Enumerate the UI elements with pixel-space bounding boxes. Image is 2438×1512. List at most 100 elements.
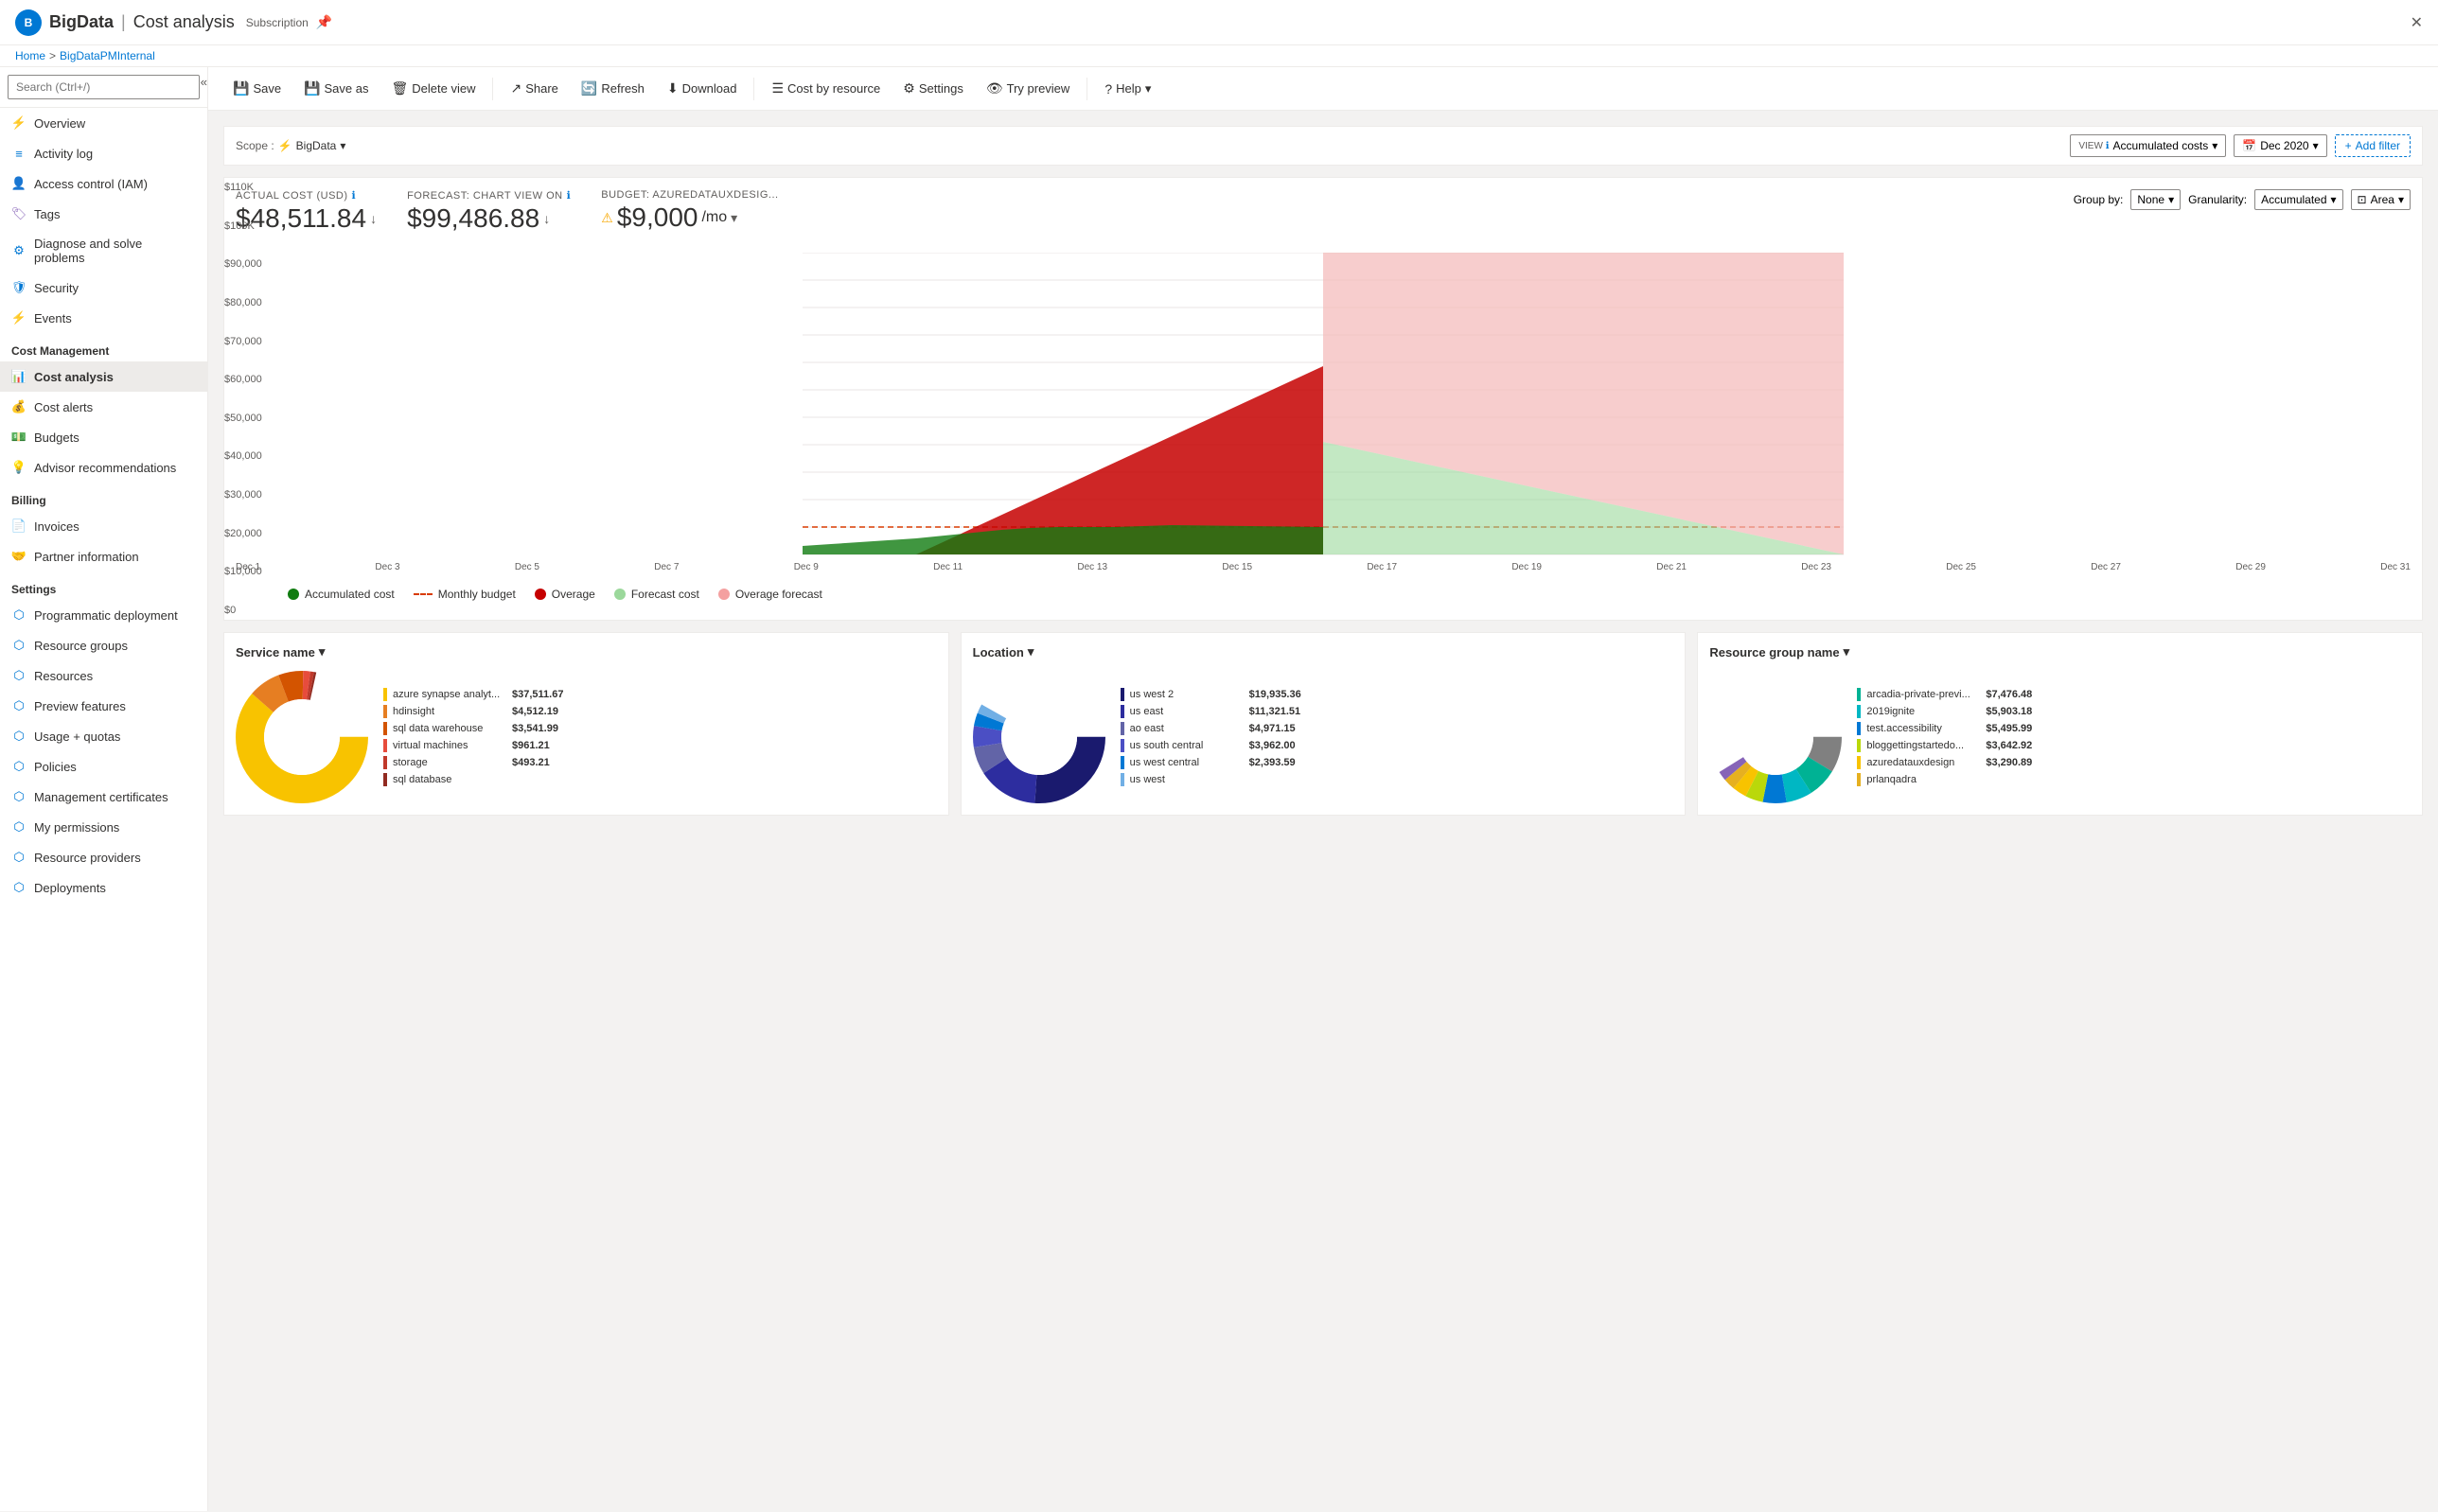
sidebar-item-access-control[interactable]: 👤 Access control (IAM) bbox=[0, 168, 207, 199]
actual-cost-info: ℹ bbox=[352, 189, 357, 202]
sidebar-item-advisor[interactable]: 💡 Advisor recommendations bbox=[0, 452, 207, 483]
overage-forecast-dot bbox=[718, 589, 730, 600]
security-icon: 🛡 bbox=[11, 280, 26, 295]
sidebar-item-label: Resource groups bbox=[34, 639, 128, 653]
try-preview-button[interactable]: 👁 Try preview bbox=[977, 75, 1079, 102]
sidebar-item-policies[interactable]: ⬡ Policies bbox=[0, 751, 207, 782]
pin-icon[interactable]: 📌 bbox=[316, 14, 332, 30]
cost-by-resource-button[interactable]: ☰ Cost by resource bbox=[762, 75, 890, 102]
chart-controls: Group by: None ▾ Granularity: Accumulate… bbox=[2074, 189, 2411, 210]
rg-item-1: 2019ignite $5,903.18 bbox=[1857, 705, 2411, 718]
budget-value: ⚠ $9,000 /mo ▾ bbox=[601, 202, 778, 233]
sidebar-item-my-permissions[interactable]: ⬡ My permissions bbox=[0, 812, 207, 842]
sidebar-item-budgets[interactable]: 💵 Budgets bbox=[0, 422, 207, 452]
tags-icon: 🏷 bbox=[11, 206, 26, 221]
sidebar-item-usage-quotas[interactable]: ⬡ Usage + quotas bbox=[0, 721, 207, 751]
sidebar-item-resources[interactable]: ⬡ Resources bbox=[0, 660, 207, 691]
sidebar-item-diagnose[interactable]: ⚙ Diagnose and solve problems bbox=[0, 229, 207, 273]
sidebar-item-label: Advisor recommendations bbox=[34, 461, 176, 475]
save-button[interactable]: 💾 Save bbox=[223, 75, 291, 102]
group-by-selector[interactable]: None ▾ bbox=[2130, 189, 2181, 210]
location-header[interactable]: Location ▾ bbox=[973, 644, 1674, 659]
sidebar-item-mgmt-certs[interactable]: ⬡ Management certificates bbox=[0, 782, 207, 812]
refresh-button[interactable]: 🔄 Refresh bbox=[572, 75, 654, 102]
sidebar-item-events[interactable]: ⚡ Events bbox=[0, 303, 207, 333]
sidebar-item-label: Preview features bbox=[34, 699, 126, 713]
overage-area bbox=[916, 366, 1323, 554]
billing-section: Billing bbox=[0, 483, 207, 511]
breadcrumb-arrow: > bbox=[49, 49, 56, 62]
accumulated-cost-area bbox=[803, 525, 1323, 554]
sidebar-item-preview-features[interactable]: ⬡ Preview features bbox=[0, 691, 207, 721]
filters-bar: Scope : ⚡ BigData ▾ VIEW ℹ Accumulated c… bbox=[223, 126, 2423, 166]
partner-info-icon: 🤝 bbox=[11, 549, 26, 564]
monthly-budget-line bbox=[414, 593, 433, 595]
activity-log-icon: ≡ bbox=[11, 146, 26, 161]
service-name-donut-svg bbox=[236, 671, 368, 803]
settings-section: Settings bbox=[0, 571, 207, 600]
sidebar-item-label: Resources bbox=[34, 669, 93, 683]
rg-item-3: bloggettingstartedo... $3,642.92 bbox=[1857, 739, 2411, 752]
forecast-dot bbox=[614, 589, 626, 600]
date-selector[interactable]: 📅 Dec 2020 ▾ bbox=[2234, 134, 2326, 157]
sidebar-item-tags[interactable]: 🏷 Tags bbox=[0, 199, 207, 229]
legend-monthly-budget: Monthly budget bbox=[414, 588, 516, 601]
sidebar-item-programmatic[interactable]: ⬡ Programmatic deployment bbox=[0, 600, 207, 630]
chart-type-selector[interactable]: ⊡ Area ▾ bbox=[2351, 189, 2411, 210]
close-icon[interactable]: ✕ bbox=[2411, 13, 2423, 32]
resource-group-header[interactable]: Resource group name ▾ bbox=[1709, 644, 2411, 659]
search-input[interactable] bbox=[8, 75, 200, 99]
budget-kpi: BUDGET: AZUREDATAUXDESIG... ⚠ $9,000 /mo… bbox=[601, 189, 778, 233]
service-name-header[interactable]: Service name ▾ bbox=[236, 644, 937, 659]
sidebar-item-partner-info[interactable]: 🤝 Partner information bbox=[0, 541, 207, 571]
scope-selector[interactable]: Scope : ⚡ BigData ▾ bbox=[236, 139, 345, 152]
help-button[interactable]: ? Help ▾ bbox=[1095, 76, 1160, 102]
my-permissions-icon: ⬡ bbox=[11, 819, 26, 835]
area-chart-svg bbox=[236, 253, 2411, 555]
breadcrumb-home[interactable]: Home bbox=[15, 49, 45, 62]
sidebar-item-label: Usage + quotas bbox=[34, 730, 120, 744]
sidebar-item-label: Cost alerts bbox=[34, 400, 93, 414]
location-legend: us west 2 $19,935.36 us east $11,321.51 … bbox=[1121, 688, 1674, 786]
service-name-card: Service name ▾ bbox=[223, 632, 949, 816]
diagnose-icon: ⚙ bbox=[11, 243, 26, 258]
try-preview-icon: 👁 bbox=[986, 80, 1003, 97]
sidebar-item-security[interactable]: 🛡 Security bbox=[0, 273, 207, 303]
sidebar-item-label: Budgets bbox=[34, 431, 80, 445]
sidebar-item-deployments[interactable]: ⬡ Deployments bbox=[0, 872, 207, 903]
sidebar-item-label: Programmatic deployment bbox=[34, 608, 178, 623]
location-item-4: us west central $2,393.59 bbox=[1121, 756, 1674, 769]
settings-button[interactable]: ⚙ Settings bbox=[893, 75, 973, 102]
service-item-1: hdinsight $4,512.19 bbox=[383, 705, 937, 718]
forecast-value: $99,486.88 ↓ bbox=[407, 203, 571, 234]
download-button[interactable]: ⬇ Download bbox=[658, 75, 747, 102]
delete-view-button[interactable]: 🗑 Delete view bbox=[382, 75, 486, 102]
save-as-button[interactable]: 💾 Save as bbox=[294, 75, 378, 102]
download-icon: ⬇ bbox=[667, 80, 679, 97]
sidebar-item-resource-groups[interactable]: ⬡ Resource groups bbox=[0, 630, 207, 660]
sidebar-item-label: My permissions bbox=[34, 820, 119, 835]
sidebar-item-cost-analysis[interactable]: 📊 Cost analysis bbox=[0, 361, 207, 392]
sidebar-item-label: Overview bbox=[34, 116, 85, 131]
sidebar-item-overview[interactable]: ⚡ Overview bbox=[0, 108, 207, 138]
granularity-selector[interactable]: Accumulated ▾ bbox=[2254, 189, 2342, 210]
sidebar-item-cost-alerts[interactable]: 💰 Cost alerts bbox=[0, 392, 207, 422]
sidebar-item-label: Management certificates bbox=[34, 790, 168, 804]
sidebar-item-activity-log[interactable]: ≡ Activity log bbox=[0, 138, 207, 168]
share-button[interactable]: ↗ Share bbox=[501, 75, 567, 102]
sidebar-collapse-button[interactable]: « bbox=[201, 75, 207, 89]
rg-item-2: test.accessibility $5,495.99 bbox=[1857, 722, 2411, 735]
sidebar-item-label: Partner information bbox=[34, 550, 139, 564]
sidebar-item-label: Policies bbox=[34, 760, 77, 774]
resource-name: BigData bbox=[49, 12, 114, 32]
view-selector[interactable]: VIEW ℹ Accumulated costs ▾ bbox=[2070, 134, 2226, 157]
add-filter-button[interactable]: + Add filter bbox=[2335, 134, 2411, 157]
sidebar-item-resource-providers[interactable]: ⬡ Resource providers bbox=[0, 842, 207, 872]
view-chevron: ▾ bbox=[2212, 139, 2217, 152]
accumulated-cost-dot bbox=[288, 589, 299, 600]
breadcrumb-subscription[interactable]: BigDataPMInternal bbox=[60, 49, 155, 62]
sidebar-item-label: Events bbox=[34, 311, 72, 325]
budgets-icon: 💵 bbox=[11, 430, 26, 445]
sidebar-item-invoices[interactable]: 📄 Invoices bbox=[0, 511, 207, 541]
sidebar-item-label: Invoices bbox=[34, 519, 80, 534]
